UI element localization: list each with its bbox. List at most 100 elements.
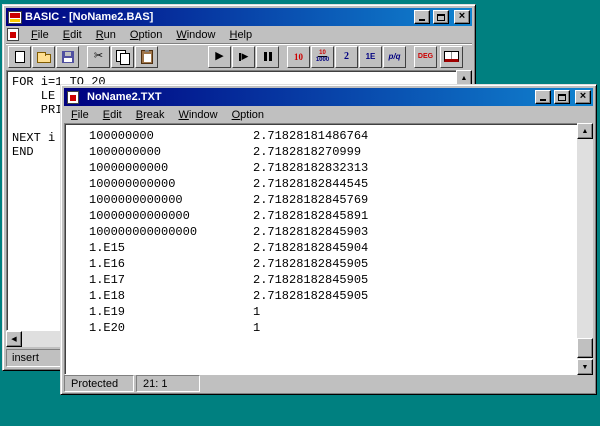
e-approx-value: 2.71828182845905 (253, 273, 368, 287)
power-value: 1.E20 (89, 320, 253, 336)
editor-scroll-left-button[interactable]: ◀ (6, 331, 22, 347)
left-arrow-icon: ◀ (11, 336, 16, 343)
output-scroll-down-button[interactable]: ▼ (577, 359, 593, 375)
save-floppy-icon (62, 51, 74, 63)
maximize-button[interactable] (433, 10, 449, 24)
close-button[interactable]: × (454, 10, 470, 24)
output-text-window: NoName2.TXT × File Edit Break Window Opt… (60, 84, 597, 395)
text-file-icon (67, 91, 79, 104)
menu-run[interactable]: Run (89, 27, 123, 43)
output-menu-window[interactable]: Window (171, 107, 224, 123)
output-row: 10000000002.7182818270999 (89, 144, 578, 160)
close-icon: × (580, 91, 586, 102)
binary-mode-button[interactable]: 2 (335, 46, 358, 68)
power-value: 1.E18 (89, 288, 253, 304)
power-value: 10000000000 (89, 160, 253, 176)
output-scroll-thumb[interactable] (577, 338, 593, 358)
basic-app-icon (8, 11, 22, 24)
document-icon[interactable] (7, 28, 19, 41)
protected-status: Protected (64, 375, 134, 392)
step-icon: ▶ (239, 52, 249, 61)
output-row: 1000000002.71828181486764 (89, 128, 578, 144)
main-toolbar: ✂ ▶ ▶ 10 10 1000 2 1E p/q DEG (6, 43, 472, 69)
output-row: 1.E201 (89, 320, 578, 336)
output-text-area[interactable]: 1000000002.71828181486764 10000000002.71… (64, 123, 579, 375)
main-menubar: File Edit Run Option Window Help (6, 26, 472, 43)
menu-option[interactable]: Option (123, 27, 169, 43)
thousand-digit-mode-button[interactable]: 10 1000 (311, 46, 334, 68)
paste-button[interactable] (135, 46, 158, 68)
output-titlebar[interactable]: NoName2.TXT × (64, 88, 593, 106)
output-row: 100000000002.71828182832313 (89, 160, 578, 176)
deg-mode-button[interactable]: DEG (414, 46, 437, 68)
output-row: 1.E152.71828182845904 (89, 240, 578, 256)
decimal-mode-button[interactable]: 10 (287, 46, 310, 68)
output-statusbar: Protected 21: 1 (64, 374, 593, 392)
cut-button[interactable]: ✂ (87, 46, 110, 68)
decimal-mode-icon: 10 (294, 52, 303, 62)
output-row: 100000000000002.71828182845891 (89, 208, 578, 224)
step-button[interactable]: ▶ (232, 46, 255, 68)
minimize-button[interactable] (414, 10, 430, 24)
down-arrow-icon: ▼ (582, 364, 589, 371)
power-value: 100000000000000 (89, 224, 253, 240)
power-value: 1.E19 (89, 304, 253, 320)
e-approx-value: 2.71828181486764 (253, 129, 368, 143)
e-approx-value: 2.71828182844545 (253, 177, 368, 191)
new-button[interactable] (8, 46, 31, 68)
open-folder-icon (37, 54, 51, 63)
power-value: 1.E15 (89, 240, 253, 256)
thousand-digit-icon: 10 1000 (316, 50, 329, 63)
run-button[interactable]: ▶ (208, 46, 231, 68)
copy-icon (116, 50, 129, 63)
e-approx-value: 1 (253, 321, 260, 335)
open-button[interactable] (32, 46, 55, 68)
e-approx-value: 2.71828182845891 (253, 209, 368, 223)
output-menubar: File Edit Break Window Option (64, 106, 593, 123)
e-approx-value: 2.71828182832313 (253, 161, 368, 175)
copy-button[interactable] (111, 46, 134, 68)
output-minimize-button[interactable] (535, 90, 551, 104)
menu-help[interactable]: Help (222, 27, 259, 43)
maximize-icon (558, 94, 566, 101)
power-value: 1.E17 (89, 272, 253, 288)
output-row: 1.E162.71828182845905 (89, 256, 578, 272)
menu-file[interactable]: File (24, 27, 56, 43)
output-window-title: NoName2.TXT (87, 91, 532, 103)
e-approx-value: 2.71828182845903 (253, 225, 368, 239)
save-button[interactable] (56, 46, 79, 68)
output-menu-edit[interactable]: Edit (96, 107, 129, 123)
output-row: 1000000000000002.71828182845903 (89, 224, 578, 240)
pause-button[interactable] (256, 46, 279, 68)
help-book-button[interactable] (440, 46, 463, 68)
exponent-mode-button[interactable]: 1E (359, 46, 382, 68)
paste-clipboard-icon (141, 50, 153, 64)
new-file-icon (15, 51, 25, 63)
fraction-denominator: 1000 (316, 57, 329, 63)
edit-button-group: ✂ (87, 46, 158, 68)
rational-mode-button[interactable]: p/q (383, 46, 406, 68)
output-vscrollbar[interactable]: ▲ ▼ (577, 123, 593, 375)
minimize-icon (419, 19, 425, 21)
output-scroll-up-button[interactable]: ▲ (577, 123, 593, 139)
power-value: 1000000000000 (89, 192, 253, 208)
close-icon: × (459, 11, 465, 22)
output-maximize-button[interactable] (554, 90, 570, 104)
output-row: 1000000000002.71828182844545 (89, 176, 578, 192)
menu-edit[interactable]: Edit (56, 27, 89, 43)
output-menu-file[interactable]: File (64, 107, 96, 123)
e-approx-value: 2.71828182845904 (253, 241, 368, 255)
menu-window[interactable]: Window (169, 27, 222, 43)
output-menu-option[interactable]: Option (225, 107, 271, 123)
power-value: 1.E16 (89, 256, 253, 272)
binary-mode-icon: 2 (344, 51, 349, 62)
run-button-group: ▶ ▶ (208, 46, 279, 68)
output-menu-break[interactable]: Break (129, 107, 172, 123)
power-value: 100000000000 (89, 176, 253, 192)
output-close-button[interactable]: × (575, 90, 591, 104)
restore-icon (437, 14, 445, 21)
main-window-title: BASIC - [NoName2.BAS] (25, 11, 411, 23)
book-icon (444, 51, 459, 62)
main-titlebar[interactable]: BASIC - [NoName2.BAS] × (6, 8, 472, 26)
play-icon: ▶ (215, 51, 223, 62)
